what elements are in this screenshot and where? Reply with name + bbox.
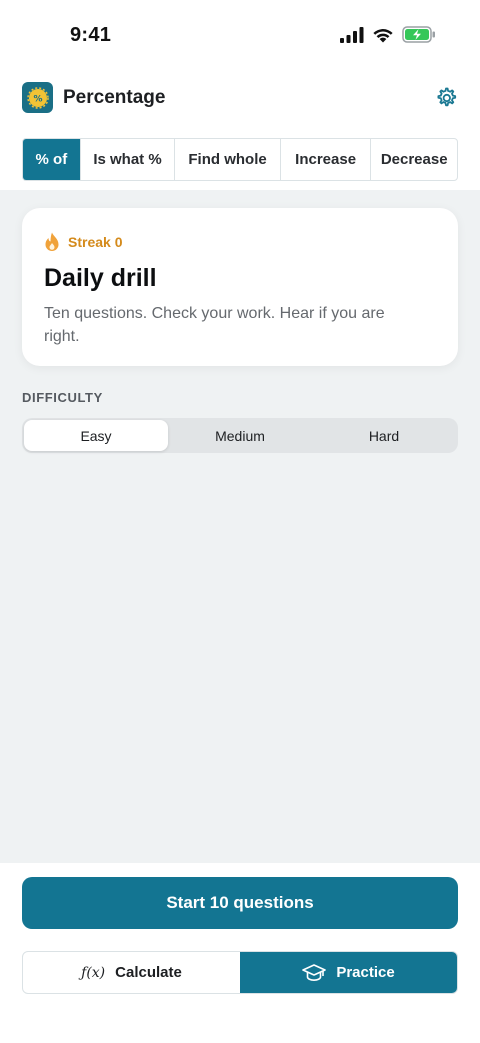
calculation-tabs: % of Is what % Find whole Increase Decre… — [22, 138, 458, 181]
streak-label: Streak 0 — [68, 234, 123, 250]
difficulty-hard[interactable]: Hard — [312, 420, 456, 451]
svg-text:%: % — [33, 94, 42, 104]
app-bar: % Percentage — [22, 82, 458, 116]
practice-mode-label: Practice — [336, 964, 395, 981]
difficulty-medium[interactable]: Medium — [168, 420, 312, 451]
status-time: 9:41 — [70, 24, 112, 46]
graduation-cap-icon — [302, 963, 327, 981]
app-title: Percentage — [63, 87, 166, 108]
calculate-mode-label: Calculate — [115, 964, 182, 981]
card-title: Daily drill — [44, 264, 157, 292]
status-icons — [340, 26, 436, 43]
bottom-bar: Start 10 questions ƒ(x) Calculate Practi… — [0, 863, 480, 1043]
status-bar: 9:41 — [0, 0, 480, 70]
streak-indicator: Streak 0 — [44, 232, 122, 252]
cellular-signal-icon — [340, 26, 364, 43]
flame-icon — [45, 232, 59, 251]
calculate-mode-button[interactable]: ƒ(x) Calculate — [23, 952, 240, 993]
tab-find-whole[interactable]: Find whole — [175, 139, 281, 180]
function-icon: ƒ(x) — [81, 964, 106, 981]
settings-gear-icon[interactable] — [434, 86, 458, 110]
mode-switcher: ƒ(x) Calculate Practice — [22, 951, 458, 994]
wifi-icon — [373, 28, 393, 42]
tab-increase[interactable]: Increase — [281, 139, 372, 180]
battery-charging-icon — [402, 26, 435, 43]
difficulty-easy[interactable]: Easy — [24, 420, 168, 451]
difficulty-label: DIFFICULTY — [22, 390, 103, 405]
app-logo-icon: % — [22, 82, 53, 113]
card-description: Ten questions. Check your work. Hear if … — [44, 305, 385, 345]
practice-mode-button[interactable]: Practice — [240, 952, 457, 993]
daily-drill-card: Streak 0 Daily drill Ten questions. Chec… — [22, 208, 458, 366]
tab-percent-of[interactable]: % of — [23, 139, 81, 180]
difficulty-selector: Easy Medium Hard — [22, 418, 458, 453]
header-area: 9:41 % Percentage % of Is what % Find wh… — [0, 0, 480, 190]
start-questions-button[interactable]: Start 10 questions — [22, 877, 458, 929]
tab-decrease[interactable]: Decrease — [371, 139, 457, 180]
tab-is-what-percent[interactable]: Is what % — [81, 139, 176, 180]
